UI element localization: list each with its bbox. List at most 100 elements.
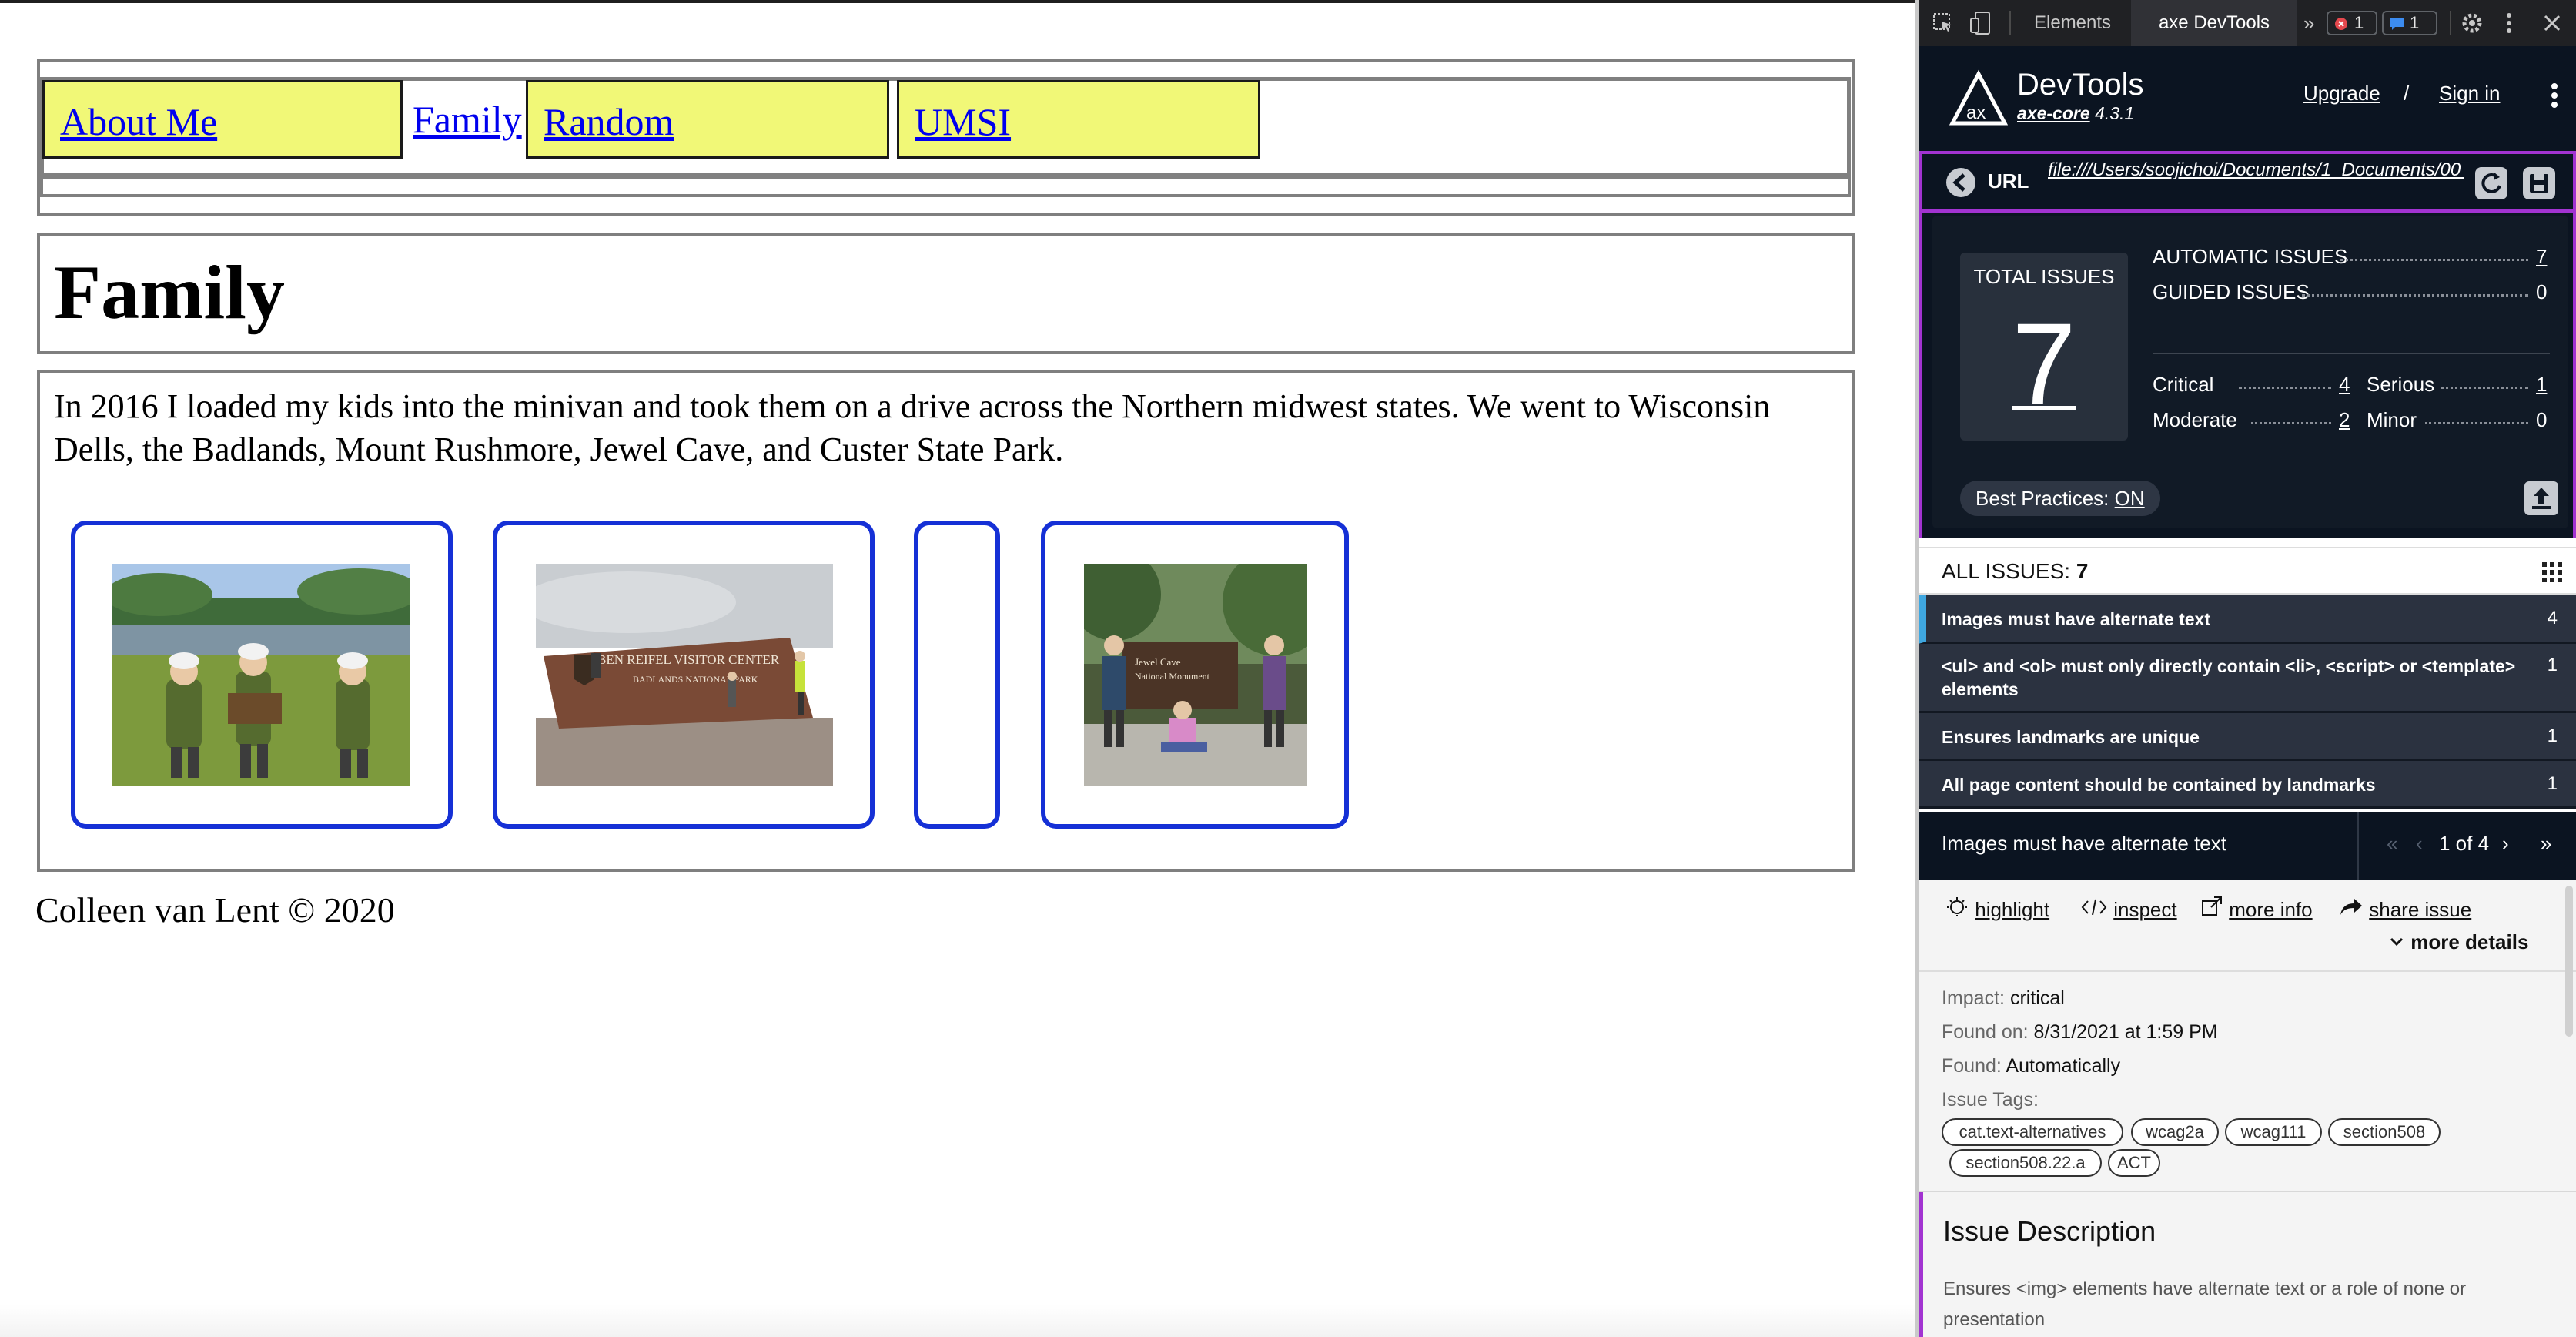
nav-link-family[interactable]: Family: [408, 80, 522, 159]
more-info-button[interactable]: more info: [2200, 896, 2313, 922]
devtools-menu-kebab-icon[interactable]: [2504, 0, 2514, 46]
issue-description-title: Issue Description: [1943, 1215, 2156, 1247]
issue-tag: cat.text-alternatives: [1942, 1118, 2123, 1146]
moderate-label: Moderate: [2153, 408, 2237, 431]
issue-detail-title: Images must have alternate text: [1942, 832, 2226, 855]
issue-tag: section508.22.a: [1949, 1149, 2102, 1177]
all-issues-label: ALL ISSUES: 7: [1942, 559, 2089, 583]
more-tabs-chevron-icon[interactable]: »: [2303, 0, 2314, 46]
viewport-bottom-shadow: [0, 1305, 1915, 1337]
highlight-button[interactable]: highlight: [1946, 896, 2049, 922]
rescan-icon[interactable]: [2474, 166, 2508, 200]
next-page-icon[interactable]: ›: [2502, 832, 2509, 856]
issue-title: <ul> and <ol> must only directly contain…: [1942, 656, 2516, 699]
issue-row-selected[interactable]: Images must have alternate text 4: [1919, 595, 2576, 644]
footer-text: Colleen van Lent © 2020: [35, 890, 395, 930]
axe-menu-kebab-icon[interactable]: [2547, 72, 2562, 119]
issue-row[interactable]: Ensures landmarks are unique 1: [1919, 713, 2576, 761]
guided-issues-count: 0: [2536, 280, 2548, 303]
details-scrollbar[interactable]: [2565, 886, 2573, 1037]
all-issues-count: 7: [2076, 559, 2089, 583]
issue-actions: highlight inspect more info share issue …: [1919, 880, 2576, 972]
error-count: 1: [2354, 13, 2364, 32]
serious-label: Serious: [2367, 373, 2435, 396]
export-upload-icon[interactable]: [2524, 481, 2559, 516]
nav-empty-item: [40, 176, 1851, 197]
found-line: Found: Automatically: [1942, 1055, 2121, 1077]
issue-summary: TOTAL ISSUES 7 AUTOMATIC ISSUES 7 GUIDED…: [1919, 213, 2576, 538]
found-on-value: 8/31/2021 at 1:59 PM: [2033, 1021, 2218, 1043]
device-toolbar-icon[interactable]: [1969, 0, 1992, 46]
visitor-center-sign-text: BEN REIFEL VISITOR CENTER: [597, 652, 780, 667]
issue-tag: wcag2a: [2131, 1118, 2219, 1146]
issue-count: 1: [2547, 725, 2558, 746]
issue-tags-label: Issue Tags:: [1942, 1089, 2039, 1111]
upgrade-link[interactable]: Upgrade: [2303, 82, 2380, 106]
back-arrow-icon[interactable]: [1945, 166, 1977, 199]
message-icon: [2390, 18, 2404, 30]
issue-row[interactable]: All page content should be contained by …: [1919, 761, 2576, 809]
close-devtools-icon[interactable]: [2541, 0, 2564, 46]
tabbar-separator: [2450, 11, 2451, 35]
axe-core-link[interactable]: axe-core: [2017, 103, 2090, 123]
message-count-badge[interactable]: 1: [2382, 11, 2437, 35]
minor-count: 0: [2536, 408, 2548, 431]
devtools-tabbar: Elements axe DevTools » 1 1: [1919, 0, 2576, 46]
leader-dots: [2340, 259, 2528, 261]
error-icon: [2335, 18, 2347, 30]
badlands-park-sign-text: BADLANDS NATIONAL PARK: [633, 674, 758, 685]
nav-link-random[interactable]: Random: [526, 80, 889, 159]
moderate-count[interactable]: 2: [2339, 408, 2350, 432]
share-issue-button[interactable]: share issue: [2339, 896, 2471, 922]
axe-header: ax DevTools axe-core 4.3.1 Upgrade / Sig…: [1919, 46, 2576, 151]
scanned-url-link[interactable]: file:///Users/soojichoi/Documents/1_Docu…: [2048, 159, 2464, 181]
impact-line: Impact: critical: [1942, 987, 2065, 1009]
issue-count: 4: [2547, 608, 2558, 628]
issue-tag: ACT: [2108, 1149, 2160, 1177]
badlands-visitor-center-photo: BEN REIFEL VISITOR CENTER BADLANDS NATIO…: [536, 564, 833, 786]
intro-paragraph: In 2016 I loaded my kids into the miniva…: [54, 387, 1771, 468]
leader-dots: [2441, 387, 2528, 389]
axe-version-number: 4.3.1: [2095, 103, 2135, 123]
nav-link-umsi[interactable]: UMSI: [897, 80, 1260, 159]
tab-axe-devtools[interactable]: axe DevTools: [2131, 0, 2297, 46]
svg-text:ax: ax: [1966, 102, 1986, 123]
total-issues-box: TOTAL ISSUES 7: [1960, 253, 2128, 441]
first-page-icon[interactable]: «: [2387, 832, 2397, 856]
jewel-cave-photo: Jewel Cave National Monument: [1084, 564, 1307, 786]
devtools-panel: Elements axe DevTools » 1 1 ax DevTools …: [1919, 0, 2576, 1337]
previous-page-icon[interactable]: ‹: [2416, 832, 2423, 856]
save-results-icon[interactable]: [2522, 166, 2556, 200]
sign-in-link[interactable]: Sign in: [2439, 82, 2501, 106]
issue-title: All page content should be contained by …: [1942, 775, 2376, 795]
tabbar-separator: [2009, 11, 2011, 35]
external-link-icon: [2202, 896, 2222, 916]
issue-row[interactable]: <ul> and <ol> must only directly contain…: [1919, 644, 2576, 713]
issue-detail-header: Images must have alternate text « ‹ 1 of…: [1919, 812, 2576, 880]
automatic-issues-count[interactable]: 7: [2536, 245, 2547, 269]
critical-count[interactable]: 4: [2339, 373, 2350, 397]
serious-count[interactable]: 1: [2536, 373, 2547, 397]
total-issues-count[interactable]: 7: [1960, 302, 2128, 425]
found-value: Automatically: [2006, 1055, 2121, 1077]
more-details-toggle[interactable]: more details: [2388, 930, 2528, 954]
nav-link-about-me[interactable]: About Me: [42, 80, 403, 159]
inspect-button[interactable]: inspect: [2080, 896, 2177, 922]
issue-count: 1: [2547, 655, 2558, 675]
all-issues-header: ALL ISSUES: 7: [1919, 547, 2576, 595]
leader-dots: [2251, 422, 2331, 424]
settings-gear-icon[interactable]: [2459, 0, 2485, 46]
best-practices-label: Best Practices:: [1975, 487, 2109, 510]
last-page-icon[interactable]: »: [2541, 832, 2551, 856]
tab-elements[interactable]: Elements: [2034, 0, 2111, 46]
chevron-down-icon: [2390, 937, 2404, 947]
grid-view-icon[interactable]: [2541, 561, 2564, 584]
inspect-element-icon[interactable]: [1932, 0, 1954, 46]
error-count-badge[interactable]: 1: [2327, 11, 2377, 35]
issue-title: Images must have alternate text: [1942, 609, 2210, 629]
issue-details: Impact: critical Found on: 8/31/2021 at …: [1919, 972, 2576, 1192]
jewel-cave-sign-text: Jewel Cave: [1135, 656, 1181, 668]
best-practices-toggle[interactable]: Best Practices: ON: [1960, 481, 2160, 516]
leader-dots: [2239, 387, 2331, 389]
impact-value: critical: [2009, 987, 2065, 1009]
